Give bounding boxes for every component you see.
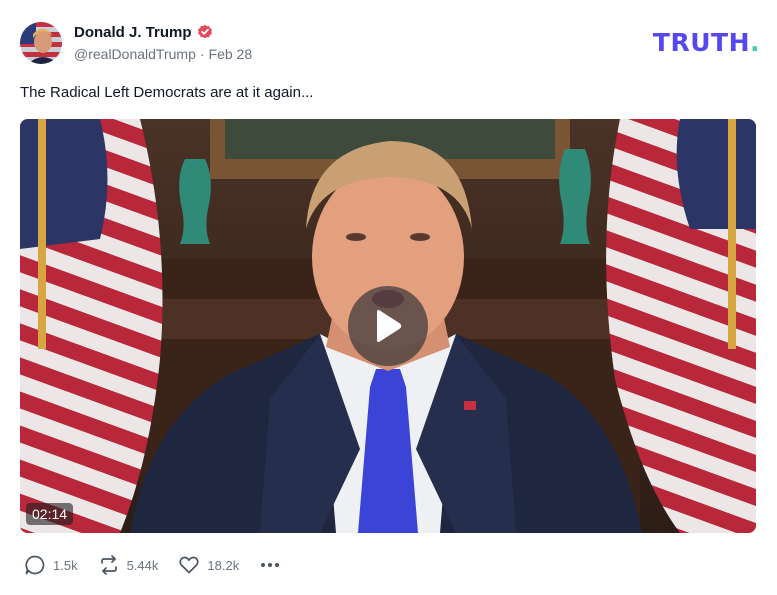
play-icon	[377, 310, 402, 342]
truth-logo-text: TRUTH	[652, 28, 750, 57]
avatar[interactable]	[20, 22, 62, 64]
video-duration: 02:14	[26, 503, 74, 525]
author-meta: @realDonaldTrump · Feb 28	[74, 46, 252, 64]
reply-button[interactable]: 1.5k	[24, 554, 78, 576]
post-header: Donald J. Trump @realDonaldTrump · Feb 28 …	[20, 20, 760, 66]
video-player[interactable]: 02:14	[20, 119, 756, 533]
play-button[interactable]	[348, 286, 428, 366]
author-display-name[interactable]: Donald J. Trump	[74, 24, 192, 41]
verified-badge-icon	[197, 24, 213, 40]
retruth-button[interactable]: 5.44k	[98, 554, 159, 576]
author-handle[interactable]: @realDonaldTrump	[74, 46, 196, 62]
post-actions: 1.5k 5.44k 18.2k	[24, 553, 281, 577]
like-button[interactable]: 18.2k	[178, 554, 239, 576]
post-text: The Radical Left Democrats are at it aga…	[20, 84, 314, 101]
author-info: Donald J. Trump @realDonaldTrump · Feb 28	[74, 22, 252, 64]
truth-post: Donald J. Trump @realDonaldTrump · Feb 28 …	[0, 0, 777, 595]
truth-logo-dot: .	[750, 28, 760, 57]
retruth-count: 5.44k	[126, 557, 159, 573]
meta-separator: ·	[199, 46, 205, 62]
more-button[interactable]	[259, 554, 281, 576]
retruth-icon	[100, 555, 117, 575]
more-icon	[261, 563, 280, 567]
heart-icon	[179, 556, 199, 574]
post-date[interactable]: Feb 28	[209, 46, 253, 62]
reply-count: 1.5k	[53, 557, 78, 573]
truth-logo[interactable]: TRUTH.	[653, 28, 760, 57]
like-count: 18.2k	[207, 557, 240, 573]
reply-icon	[25, 555, 45, 575]
